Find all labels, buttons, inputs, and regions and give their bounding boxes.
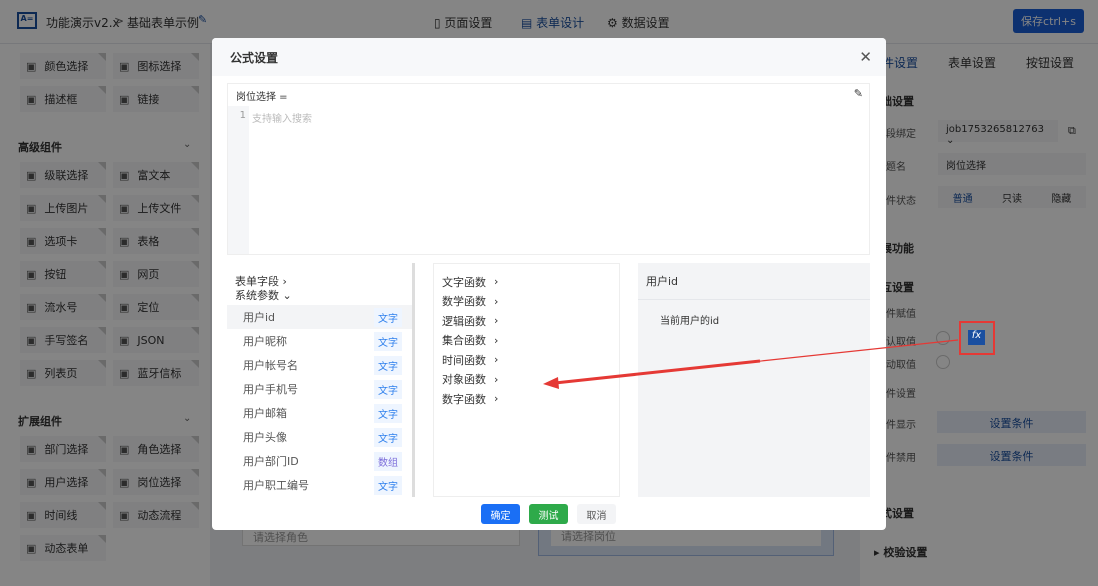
arrow-shaft (554, 359, 761, 385)
annotation-arrow (543, 339, 959, 389)
arrow-head (543, 377, 559, 389)
